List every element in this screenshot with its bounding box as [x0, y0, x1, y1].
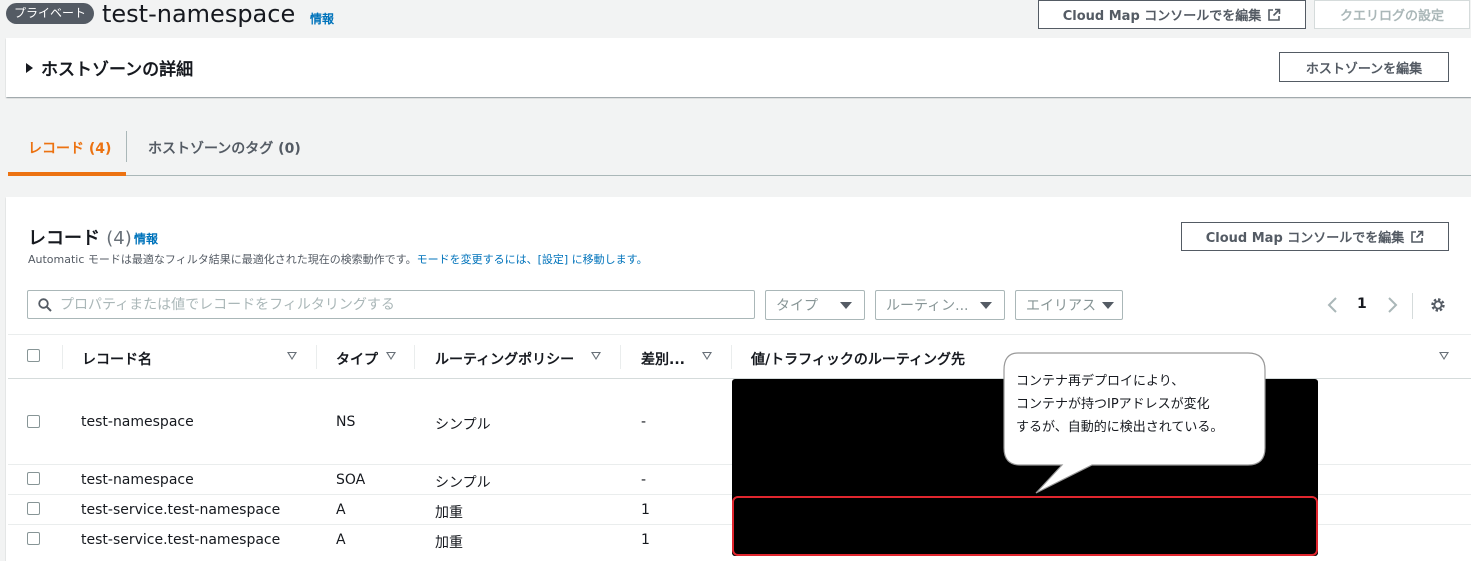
routing-policy-cell: シンプル [435, 475, 491, 491]
edit-in-cloudmap-label: Cloud Map コンソールでを編集 [1062, 9, 1262, 24]
type-filter-select[interactable]: タイプ [765, 290, 865, 320]
highlight-box [732, 496, 1318, 556]
sort-icon[interactable] [287, 352, 297, 360]
alias-filter-label: エイリアス [1026, 298, 1096, 314]
sort-icon[interactable] [1439, 352, 1449, 360]
tab-records[interactable]: レコード (4) [28, 138, 111, 158]
record-name-cell: test-service.test-namespace [81, 502, 281, 518]
column-divider [414, 345, 415, 369]
records-count: (4) [106, 228, 132, 249]
column-divider [62, 345, 63, 369]
records-description-text: Automatic モードは最適なフィルタ結果に最適化された現在の検索動作です。 [28, 253, 417, 266]
query-log-settings-label: クエリログの設定 [1339, 9, 1444, 24]
record-type-cell: A [336, 502, 346, 518]
differentiator-cell: - [641, 472, 647, 488]
next-page-icon[interactable] [1384, 296, 1400, 314]
routing-filter-label: ルーティン... [886, 298, 969, 314]
row-checkbox[interactable] [27, 532, 40, 545]
callout-line: するが、自動的に検出されている。 [1016, 420, 1224, 435]
column-header-value[interactable]: 値/トラフィックのルーティング先 [751, 349, 965, 369]
records-heading: レコード (4) [28, 224, 132, 250]
routing-filter-select[interactable]: ルーティン... [875, 290, 1005, 320]
external-link-icon [1411, 230, 1424, 243]
gear-icon[interactable] [1429, 296, 1447, 314]
private-badge: プライベート [6, 3, 95, 24]
routing-policy-cell: シンプル [435, 417, 491, 433]
routing-policy-cell: 加重 [435, 505, 463, 521]
query-log-settings-button[interactable]: クエリログの設定 [1314, 0, 1470, 29]
differentiator-cell: 1 [641, 502, 650, 518]
records-description: Automatic モードは最適なフィルタ結果に最適化された現在の検索動作です。… [28, 251, 648, 267]
record-filter-input[interactable] [60, 296, 720, 313]
column-divider [620, 345, 621, 369]
tabs-baseline [8, 175, 1471, 176]
record-name-cell: test-service.test-namespace [81, 532, 281, 548]
record-filter-search [27, 290, 755, 319]
edit-hosted-zone-label: ホストゾーンを編集 [1305, 61, 1423, 77]
edit-in-cloudmap-button[interactable]: Cloud Map コンソールでを編集 [1038, 0, 1306, 29]
hosted-zone-details-panel [6, 38, 1471, 97]
differentiator-cell: - [641, 414, 647, 430]
caret-down-icon [980, 301, 992, 309]
tab-hosted-zone-tags[interactable]: ホストゾーンのタグ (0) [148, 138, 301, 158]
current-page-number[interactable]: 1 [1357, 296, 1367, 312]
caret-down-icon [840, 301, 852, 309]
change-mode-link[interactable]: モードを変更するには、[設定] に移動します。 [417, 253, 648, 266]
callout-line: コンテナ再デプロイにより、 [1016, 374, 1185, 389]
hosted-zone-details-toggle[interactable]: ホストゾーンの詳細 [26, 55, 193, 80]
routing-policy-cell: 加重 [435, 535, 463, 551]
callout-text: コンテナ再デプロイにより、 コンテナが持つIPアドレスが変化 するが、自動的に検… [1016, 370, 1256, 439]
row-checkbox[interactable] [27, 502, 40, 515]
row-checkbox[interactable] [27, 472, 40, 485]
caret-down-icon [1102, 301, 1114, 309]
select-all-checkbox[interactable] [27, 349, 40, 362]
column-header-type[interactable]: タイプ [336, 349, 378, 369]
title-info-link[interactable]: 情報 [310, 10, 334, 27]
sort-icon[interactable] [702, 352, 712, 360]
column-divider [731, 345, 732, 369]
alias-filter-select[interactable]: エイリアス [1015, 290, 1123, 320]
active-tab-indicator [8, 172, 126, 176]
record-type-cell: NS [336, 414, 356, 430]
external-link-icon [1268, 8, 1281, 21]
sort-icon[interactable] [386, 352, 396, 360]
row-checkbox[interactable] [27, 415, 40, 428]
column-header-differentiator[interactable]: 差別... [641, 349, 685, 369]
tab-divider [126, 131, 127, 162]
record-name-cell: test-namespace [81, 472, 194, 488]
records-heading-label: レコード [28, 228, 100, 249]
previous-page-icon[interactable] [1325, 296, 1341, 314]
callout-line: コンテナが持つIPアドレスが変化 [1016, 397, 1210, 412]
record-type-cell: A [336, 532, 346, 548]
records-edit-in-cloudmap-label: Cloud Map コンソールでを編集 [1205, 231, 1405, 246]
records-edit-in-cloudmap-button[interactable]: Cloud Map コンソールでを編集 [1181, 222, 1449, 251]
hosted-zone-details-title: ホストゾーンの詳細 [41, 60, 194, 80]
records-info-link[interactable]: 情報 [134, 230, 158, 247]
page-title: test-namespace [102, 0, 296, 28]
caret-right-icon [26, 62, 33, 73]
sort-icon[interactable] [591, 352, 601, 360]
record-name-cell: test-namespace [81, 414, 194, 430]
column-header-record-name[interactable]: レコード名 [82, 349, 152, 369]
column-header-routing-policy[interactable]: ルーティングポリシー [435, 349, 574, 369]
search-icon [38, 297, 52, 312]
type-filter-label: タイプ [776, 298, 818, 314]
pager-divider [1412, 293, 1413, 319]
record-type-cell: SOA [336, 472, 366, 488]
edit-hosted-zone-button[interactable]: ホストゾーンを編集 [1279, 52, 1449, 82]
differentiator-cell: 1 [641, 532, 650, 548]
column-divider [316, 345, 317, 369]
